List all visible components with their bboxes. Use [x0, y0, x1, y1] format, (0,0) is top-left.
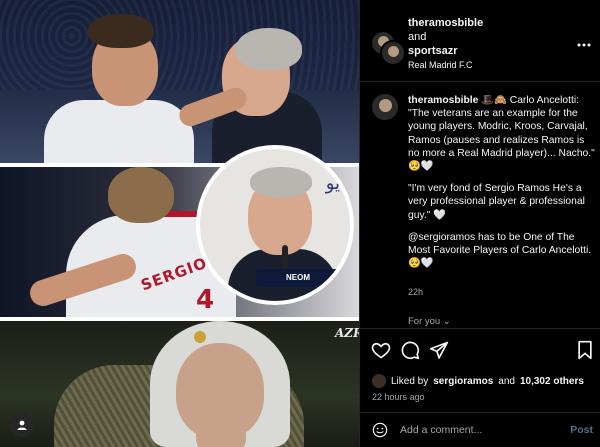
- post-comment-button[interactable]: Post: [570, 424, 593, 436]
- comment-button[interactable]: [399, 339, 421, 361]
- more-options-button[interactable]: [577, 34, 591, 50]
- likes-count[interactable]: 10,302 others: [520, 376, 584, 387]
- caption-time: 22h: [408, 287, 424, 297]
- watermark-azr: AZR: [335, 326, 359, 340]
- post-timestamp[interactable]: 22 hours ago: [372, 392, 425, 402]
- caption-area: theramosbible 🎩🙈 Carlo Ancelotti: "The v…: [360, 82, 600, 328]
- bookmark-icon: [578, 340, 592, 360]
- post-sidebar: theramosbible and sportsazr Real Madrid …: [359, 0, 600, 447]
- liker-avatar: [372, 374, 386, 388]
- caption-line: @sergioramos has to be One of The Most F…: [408, 231, 592, 270]
- caption-line: 🎩🙈 Carlo Ancelotti: "The veterans are an…: [408, 95, 595, 173]
- liked-by-user[interactable]: sergioramos: [433, 376, 493, 387]
- save-button[interactable]: [574, 339, 596, 361]
- username-link[interactable]: theramosbible: [408, 16, 483, 30]
- for-you-link[interactable]: For you ⌄: [408, 316, 451, 327]
- emoji-icon[interactable]: [372, 422, 388, 438]
- collab-names: theramosbible and sportsazr: [408, 16, 483, 58]
- post-media[interactable]: SERGIO RAM 4 يو NEOM AZR: [0, 0, 359, 447]
- caption-username[interactable]: theramosbible: [408, 95, 478, 106]
- jersey-number: 4: [196, 285, 215, 315]
- post-header: theramosbible and sportsazr Real Madrid …: [360, 0, 600, 82]
- heart-icon: [371, 342, 391, 359]
- comment-bar: Add a comment... Post: [360, 412, 600, 447]
- comment-input[interactable]: Add a comment...: [400, 424, 482, 436]
- media-panel-embrace: [0, 0, 359, 163]
- badge-pin: [194, 331, 206, 343]
- like-button[interactable]: [370, 339, 392, 361]
- share-button[interactable]: [428, 339, 450, 361]
- likes-summary[interactable]: Liked by sergioramos and 10,302 others: [372, 374, 584, 388]
- caption-avatar[interactable]: [372, 94, 398, 120]
- user-icon: [17, 420, 27, 430]
- comment-icon: [401, 341, 420, 360]
- inset-portrait: يو NEOM: [196, 145, 354, 305]
- avatar-sportsazr[interactable]: [380, 40, 406, 66]
- sponsor-board: NEOM: [256, 269, 340, 287]
- caption-text: theramosbible 🎩🙈 Carlo Ancelotti: "The v…: [408, 94, 596, 279]
- username-link[interactable]: sportsazr: [408, 44, 483, 58]
- more-horizontal-icon: [577, 43, 591, 47]
- caption-line: "I'm very fond of Sergio Ramos He's a ve…: [408, 183, 585, 221]
- send-icon: [429, 341, 449, 359]
- user-tag-button[interactable]: [10, 413, 34, 437]
- location-link[interactable]: Real Madrid F.C: [408, 60, 473, 70]
- backdrop-text: يو: [325, 173, 340, 194]
- collab-joiner: and: [408, 31, 427, 43]
- media-panel-fan: [0, 321, 359, 447]
